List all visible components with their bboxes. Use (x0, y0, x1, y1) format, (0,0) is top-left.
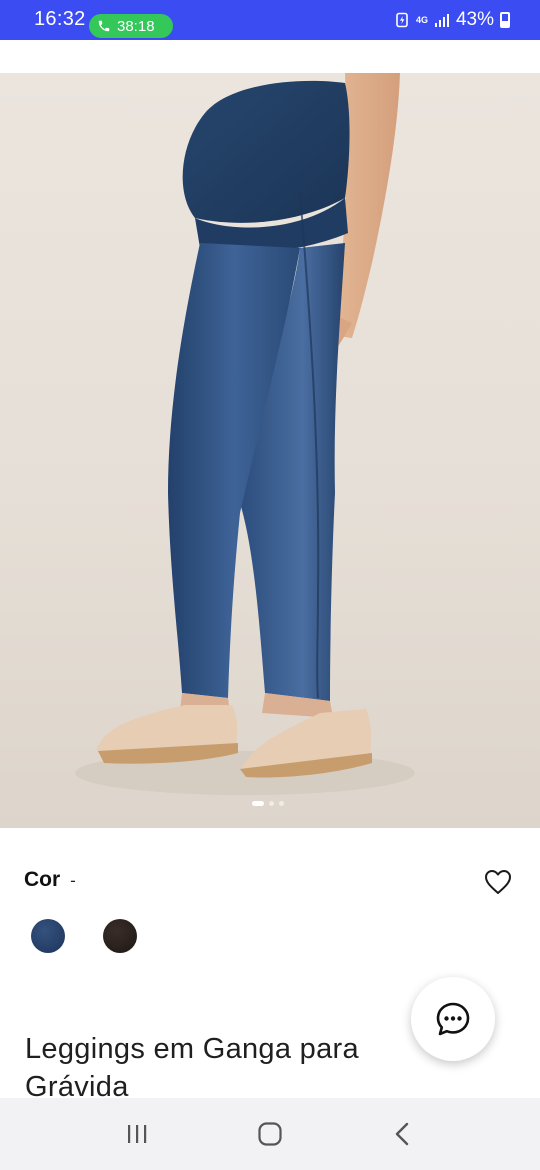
carousel-dot[interactable] (269, 801, 274, 806)
home-icon (258, 1122, 282, 1146)
system-nav-bar (0, 1098, 540, 1170)
carousel-dot[interactable] (279, 801, 284, 806)
phone-icon (98, 20, 110, 32)
color-label: Cor (24, 868, 61, 891)
back-button[interactable] (383, 1114, 423, 1154)
status-icons: 4G 43% (394, 8, 510, 32)
chat-bubble-icon (436, 1002, 470, 1036)
ongoing-call-pill[interactable]: 38:18 (89, 14, 173, 38)
data-saver-icon (396, 12, 408, 28)
signal-icon (434, 14, 449, 27)
wishlist-heart-icon[interactable] (484, 869, 512, 895)
product-image-carousel[interactable] (0, 73, 540, 828)
color-value: - (70, 871, 76, 890)
header-strip (0, 40, 540, 73)
product-title: Leggings em Ganga para Grávida (25, 1033, 359, 1103)
back-icon (396, 1122, 409, 1146)
recent-apps-button[interactable] (117, 1114, 157, 1154)
carousel-dot-active[interactable] (252, 801, 264, 806)
recent-apps-icon (127, 1125, 146, 1143)
color-swatch-dark-brown[interactable] (103, 919, 137, 953)
status-time: 16:32 (34, 8, 86, 30)
battery-percent: 43% (455, 9, 494, 30)
color-swatch-denim-blue[interactable] (31, 919, 65, 953)
home-button[interactable] (250, 1114, 290, 1154)
chat-button[interactable] (411, 977, 495, 1061)
color-row: Cor - (24, 868, 76, 892)
product-photo (75, 73, 415, 795)
carousel-dots (252, 801, 284, 806)
battery-icon (500, 12, 510, 28)
call-timer: 38:18 (117, 17, 155, 35)
network-type: 4G (415, 15, 428, 25)
status-bar: 16:32 38:18 4G 43% (0, 0, 540, 40)
